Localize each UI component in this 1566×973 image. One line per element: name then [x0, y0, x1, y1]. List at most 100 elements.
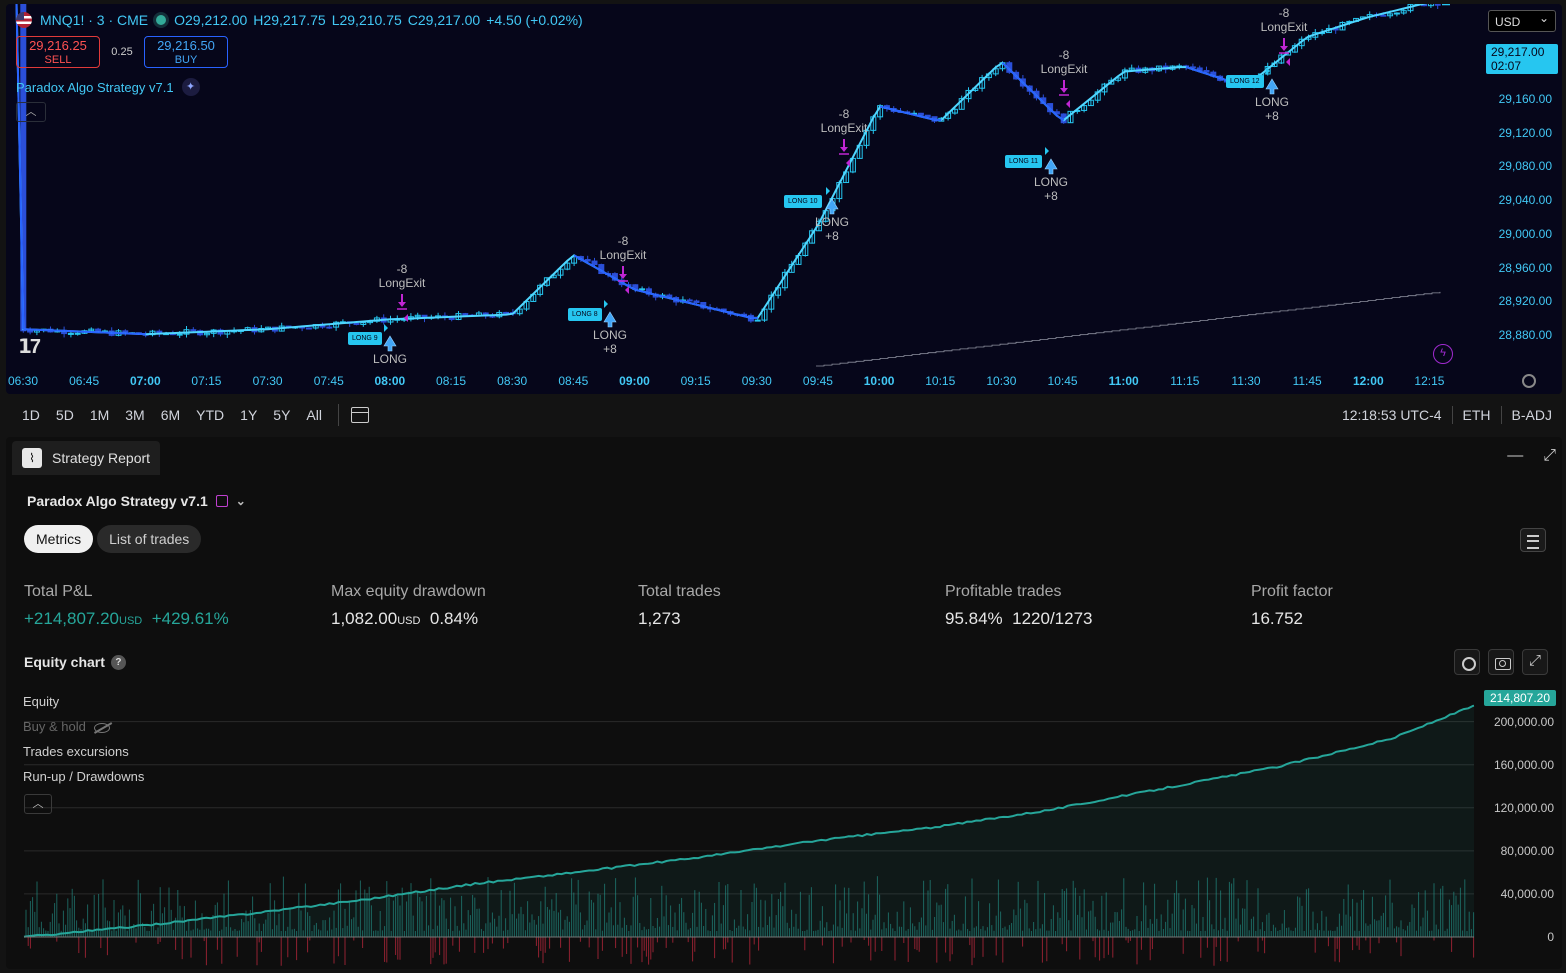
symbol-name[interactable]: MNQ1! · 3 · CME	[40, 12, 148, 28]
exit-qty: -8	[1278, 6, 1290, 20]
long-entry-label: LONG +8	[815, 215, 849, 243]
legend-trades-excursions[interactable]: Trades excursions	[23, 744, 129, 759]
spread-value: 0.25	[111, 46, 133, 58]
time-tick-label: 09:45	[802, 374, 833, 388]
metric-value: +214,807.20USD +429.61%	[24, 609, 229, 629]
list-view-icon[interactable]	[1520, 528, 1546, 552]
eye-off-icon[interactable]	[93, 722, 110, 733]
long-exit-label: -8 LongExit	[379, 262, 426, 290]
long-exit-label: -8 LongExit	[600, 234, 647, 262]
tradingview-logo[interactable]: 𝟭7	[18, 334, 41, 359]
range-button-6m[interactable]: 6M	[153, 398, 188, 432]
candle-body	[353, 322, 360, 325]
long-entry-arrow	[603, 311, 617, 328]
currency-select[interactable]: USD	[1488, 10, 1556, 32]
adjustment-toggle[interactable]: B-ADJ	[1502, 407, 1562, 423]
strategy-legend-name[interactable]: Paradox Algo Strategy v7.1	[16, 80, 174, 95]
strategy-title[interactable]: Paradox Algo Strategy v7.1 ⌄	[27, 493, 246, 509]
candle-down	[1149, 66, 1156, 75]
candle-body	[639, 288, 646, 291]
strategy-title-text: Paradox Algo Strategy v7.1	[27, 493, 208, 509]
range-button-all[interactable]: All	[298, 398, 330, 432]
calendar-goto-icon[interactable]	[350, 407, 369, 423]
pnl-value: +214,807.20	[24, 609, 120, 628]
session-toggle[interactable]: ETH	[1453, 407, 1501, 423]
lightning-icon[interactable]: ϟ	[1433, 344, 1453, 364]
legend-equity[interactable]: Equity	[23, 694, 59, 709]
exit-flag	[1286, 58, 1290, 66]
expand-icon[interactable]	[1522, 649, 1548, 675]
exit-arrow	[619, 266, 627, 279]
range-buttons: 1D 5D 1M 3M 6M YTD 1Y 5Y All	[6, 398, 330, 432]
collapse-legend-button[interactable]: ︿	[24, 794, 52, 814]
time-tick-label: 07:00	[129, 374, 161, 388]
time-tick-label: 11:45	[1292, 374, 1322, 388]
camera-icon[interactable]	[1488, 649, 1514, 675]
strategy-legend[interactable]: Paradox Algo Strategy v7.1 ✦	[16, 78, 200, 96]
time-tick-label: 10:45	[1047, 374, 1078, 388]
sell-label: SELL	[44, 54, 72, 66]
equity-chart-canvas[interactable]	[6, 677, 1476, 969]
drawdown-value: 1,082.00	[331, 609, 398, 628]
candle-up	[1407, 4, 1414, 13]
axis-settings-icon[interactable]	[1522, 374, 1536, 388]
range-button-5y[interactable]: 5Y	[265, 398, 298, 432]
time-tick-label: 09:00	[619, 374, 650, 388]
candle-up	[1400, 9, 1407, 15]
range-button-5d[interactable]: 5D	[48, 398, 82, 432]
equity-axis-label: 200,000.00	[1493, 714, 1554, 729]
help-icon[interactable]: ?	[110, 654, 126, 670]
time-tick-label: 10:30	[986, 374, 1017, 388]
candle-up	[407, 313, 414, 322]
price-chart-pane[interactable]: -8 LongExit -8 LongExit -8 LongExit -8 LongExit…	[6, 4, 1562, 394]
candle-down	[1434, 4, 1441, 9]
tab-metrics[interactable]: Metrics	[24, 525, 94, 553]
metric-label: Total trades	[638, 583, 721, 600]
strategy-report-panel: ⌇ Strategy Report — ⤢ Paradox Algo Strat…	[6, 437, 1562, 969]
long-entry-pill: LONG 8	[568, 308, 602, 321]
long-qty: +8	[825, 229, 839, 243]
time-tick-label: 06:45	[69, 374, 100, 388]
exit-text: LongExit	[1040, 62, 1088, 76]
range-button-1d[interactable]: 1D	[14, 398, 48, 432]
candle-body	[693, 300, 700, 303]
maximize-icon[interactable]: ⤢	[1543, 447, 1556, 465]
date-range-icon[interactable]	[215, 495, 228, 507]
price-tick-label: 29,160.00	[1498, 92, 1552, 106]
equity-chart-title: Equity chart ?	[24, 654, 126, 670]
tab-list-of-trades[interactable]: List of trades	[97, 525, 202, 553]
tab-strategy-report[interactable]: ⌇ Strategy Report	[12, 441, 161, 475]
exit-arrow	[1280, 38, 1288, 51]
range-button-3m[interactable]: 3M	[117, 398, 152, 432]
price-tick-label: 28,960.00	[1498, 260, 1552, 275]
sparkle-icon[interactable]: ✦	[181, 78, 200, 96]
long-exit-label: -8 LongExit	[1041, 48, 1088, 76]
equity-axis-label: 80,000.00	[1500, 843, 1554, 858]
range-button-1y[interactable]: 1Y	[232, 398, 265, 432]
range-button-ytd[interactable]: YTD	[188, 398, 232, 432]
buy-button[interactable]: 29,216.50 BUY	[144, 36, 228, 68]
legend-buy-and-hold[interactable]: Buy & hold	[23, 719, 110, 734]
metric-profit-factor: Profit factor 16.752	[1251, 583, 1333, 629]
sell-button[interactable]: 29,216.25 SELL	[16, 36, 100, 68]
clock[interactable]: 12:18:53 UTC-4	[1332, 407, 1452, 423]
long-text: LONG	[372, 352, 408, 366]
candle-body	[1203, 70, 1210, 73]
last-price-marker	[1442, 4, 1450, 6]
range-button-1m[interactable]: 1M	[82, 398, 117, 432]
report-tabs: Metrics List of trades	[24, 525, 202, 553]
long-entry-arrow	[383, 335, 397, 352]
long-qty: +8	[1265, 109, 1279, 123]
long-entry-pill: LONG 9	[348, 332, 382, 345]
legend-runup-drawdowns[interactable]: Run-up / Drawdowns	[23, 769, 144, 784]
candle-body	[462, 313, 469, 316]
chevron-down-icon[interactable]: ⌄	[236, 494, 246, 508]
metric-label: Total P&L	[24, 583, 93, 600]
settings-icon[interactable]	[1454, 649, 1480, 675]
price-chart-canvas[interactable]	[6, 4, 1486, 370]
collapse-legend-button[interactable]: ︿	[16, 102, 46, 122]
price-tick-label: 28,880.00	[1498, 327, 1552, 342]
drawdown-percent: 0.84%	[429, 609, 479, 628]
minimize-icon[interactable]: —	[1507, 447, 1523, 465]
long-entry-pill: LONG 11	[1005, 155, 1043, 168]
